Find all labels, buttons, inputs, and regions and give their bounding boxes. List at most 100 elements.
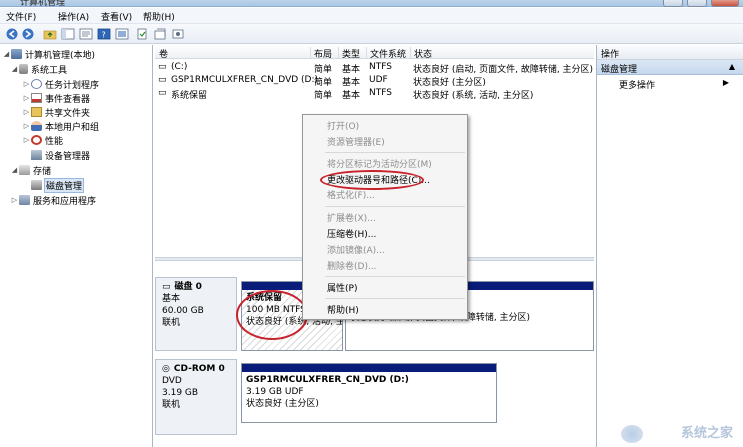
tools-icon [19,64,28,74]
menu-item-delete[interactable]: 删除卷(D)... [327,259,377,273]
highlight-circle-partition [236,290,308,340]
up-folder-button[interactable] [42,26,58,41]
close-button[interactable] [711,0,739,7]
drive-icon: ▭ [158,62,167,72]
disk-management-icon [31,180,42,190]
column-status[interactable]: 状态 [410,47,594,60]
hard-disk-icon: ▭ [162,282,171,292]
menu-item-add-mirror[interactable]: 添加镜像(A)... [327,243,385,257]
export-button[interactable] [152,26,168,41]
maximize-button[interactable] [687,0,707,7]
performance-icon [31,135,42,145]
watermark-logo-icon [621,425,643,443]
device-manager-icon [31,150,42,160]
expand-icon[interactable]: ▷ [22,108,31,116]
partition-dvd[interactable]: GSP1RMCULXFRER_CN_DVD (D:) 3.19 GB UDF 状… [241,363,497,423]
event-log-icon [31,93,42,103]
help-button[interactable]: ? [96,26,112,41]
volume-row[interactable]: ▭ (C:) 简单 基本 NTFS 状态良好 (启动, 页面文件, 故障转储, … [155,61,594,75]
cdrom-0-row: ◎ CD-ROM 0 DVD 3.19 GB 联机 GSP1RMCULXFRER_… [155,359,594,435]
tree-item-root[interactable]: ◢ 计算机管理(本地) [2,47,95,61]
watermark: 系统之家 [680,426,733,441]
console-tree-icon [61,28,75,39]
menu-item-format[interactable]: 格式化(F)... [327,188,375,202]
context-menu: 打开(O) 资源管理器(E) 将分区标记为活动分区(M) 更改驱动器号和路径(C… [302,114,468,320]
shared-folder-icon [31,107,42,117]
tree-item-storage[interactable]: ◢ 存储 [10,163,51,177]
action-pane-header: 操作 [597,45,743,60]
volume-name: (C:) [171,62,188,72]
menu-item-extend[interactable]: 扩展卷(X)... [327,211,376,225]
action-more-actions[interactable]: 更多操作 ▶ [597,75,743,91]
tree-item-services-apps[interactable]: ▷ 服务和应用程序 [10,193,96,207]
expand-icon[interactable]: ▷ [22,122,31,130]
expand-icon[interactable]: ▷ [10,196,19,204]
volume-row[interactable]: ▭ 系统保留 简单 基本 NTFS 状态良好 (系统, 活动, 主分区) [155,87,594,101]
menu-item-open[interactable]: 打开(O) [327,119,359,133]
expand-icon[interactable]: ▷ [22,136,31,144]
menu-item-shrink[interactable]: 压缩卷(H)... [327,227,376,241]
menu-bar: 文件(F) 操作(A) 查看(V) 帮助(H) [0,8,743,24]
menu-view[interactable]: 查看(V) [101,10,132,23]
disk-0-info[interactable]: ▭ 磁盘 0 基本 60.00 GB 联机 [155,277,237,351]
column-filesystem[interactable]: 文件系统 [366,47,410,60]
volume-row[interactable]: ▭ GSP1RMCULXFRER_CN_DVD (D:) 简单 基本 UDF 状… [155,74,594,88]
tree-item-device-manager[interactable]: 设备管理器 [22,148,90,162]
collapse-icon[interactable]: ◢ [10,166,19,174]
menu-item-mark-active[interactable]: 将分区标记为活动分区(M) [327,157,432,171]
tree-item-local-users[interactable]: ▷ 本地用户和组 [22,119,99,133]
forward-button[interactable] [20,26,36,41]
svg-text:?: ? [102,30,106,39]
volume-fs: NTFS [369,88,392,98]
clock-icon [31,79,42,89]
submenu-arrow-icon: ▶ [722,78,729,87]
action-section-disk-management[interactable]: 磁盘管理 ▲ [597,60,743,75]
cdrom-0-info[interactable]: ◎ CD-ROM 0 DVD 3.19 GB 联机 [155,359,237,435]
tree-item-task-scheduler[interactable]: ▷ 任务计划程序 [22,77,99,91]
tree-item-system-tools[interactable]: ◢ 系统工具 [10,62,67,76]
arrow-right-icon [22,28,34,39]
column-volume[interactable]: 卷 [155,47,310,60]
users-icon [31,121,42,131]
tree-item-disk-management[interactable]: 磁盘管理 [22,177,85,193]
show-tree-button[interactable] [60,26,76,41]
menu-separator [325,206,465,207]
drive-icon: ▭ [158,75,167,85]
toolbar: ? [0,24,743,44]
column-type[interactable]: 类型 [338,47,366,60]
menu-action[interactable]: 操作(A) [58,10,89,23]
volume-type: 基本 [342,91,361,101]
volume-name: 系统保留 [171,91,208,101]
action-pane: 操作 磁盘管理 ▲ 更多操作 ▶ [596,45,743,447]
collapse-icon[interactable]: ◢ [2,50,11,58]
navigation-tree: ◢ 计算机管理(本地) ◢ 系统工具 ▷ 任务计划程序 ▷ 事件查看器 ▷ 共享… [0,45,153,447]
minimize-button[interactable] [663,0,683,7]
volume-name: GSP1RMCULXFRER_CN_DVD (D:) [171,75,319,85]
collapse-up-icon[interactable]: ▲ [729,62,735,71]
properties-button[interactable] [78,26,94,41]
tree-item-event-viewer[interactable]: ▷ 事件查看器 [22,91,90,105]
menu-help[interactable]: 帮助(H) [143,10,175,23]
properties-icon [79,28,93,39]
column-layout[interactable]: 布局 [310,47,338,60]
back-button[interactable] [4,26,20,41]
tree-item-shared-folders[interactable]: ▷ 共享文件夹 [22,105,90,119]
services-icon [19,195,30,205]
menu-item-explore[interactable]: 资源管理器(E) [327,135,385,149]
cd-drive-icon: ◎ [162,364,170,374]
menu-item-properties[interactable]: 属性(P) [327,281,357,295]
refresh-button[interactable] [134,26,150,41]
window-title: 计算机管理 [20,0,66,8]
menu-item-help[interactable]: 帮助(H) [327,303,359,317]
expand-icon[interactable]: ▷ [22,80,31,88]
storage-icon [19,165,30,175]
view-button[interactable] [114,26,130,41]
expand-icon[interactable]: ▷ [22,94,31,102]
export-icon [154,28,166,39]
menu-separator [325,152,465,153]
menu-file[interactable]: 文件(F) [6,10,36,23]
collapse-icon[interactable]: ◢ [10,65,19,73]
tree-item-performance[interactable]: ▷ 性能 [22,133,63,147]
volume-fs: NTFS [369,62,392,72]
settings-button[interactable] [170,26,186,41]
